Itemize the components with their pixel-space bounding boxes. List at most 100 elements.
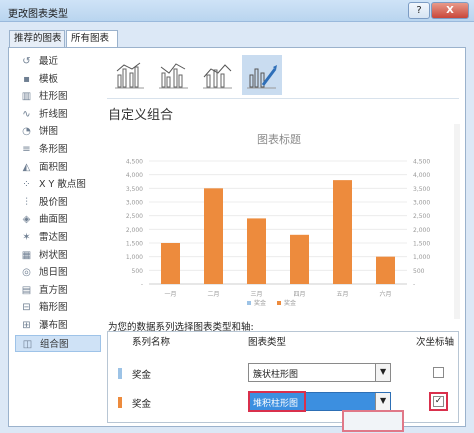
- ok-button-highlight[interactable]: [342, 410, 404, 432]
- y2-tick-label: 3,000: [413, 200, 430, 207]
- y-tick-label: 1,000: [126, 254, 143, 261]
- column-chart-icon: ▥: [21, 91, 32, 103]
- secondary-axis-checkbox-1[interactable]: [433, 367, 444, 378]
- category-item[interactable]: ∿ 折线图: [15, 106, 101, 124]
- category-item[interactable]: ⫶ 股价图: [15, 194, 101, 212]
- box-whisker-icon: ⊟: [22, 302, 31, 314]
- category-item[interactable]: ⁘ X Y 散点图: [15, 176, 101, 194]
- category-item[interactable]: ✶ 雷达图: [15, 229, 101, 247]
- y2-tick-label: 500: [413, 268, 425, 275]
- treemap-icon: ▦: [21, 249, 32, 261]
- tab-all-charts[interactable]: 所有图表: [66, 30, 118, 48]
- category-item[interactable]: ⊟ 箱形图: [15, 299, 101, 317]
- category-item[interactable]: ◎ 旭日图: [15, 264, 101, 282]
- custom-combination-icon: [247, 65, 277, 89]
- tab-recommended-charts[interactable]: 推荐的图表: [9, 30, 65, 47]
- y-tick-label: 1,500: [126, 241, 143, 248]
- category-label: 组合图: [40, 338, 69, 350]
- bar: [333, 180, 352, 284]
- y2-tick-label: 1,000: [413, 254, 430, 261]
- close-button[interactable]: X: [431, 2, 469, 19]
- series-row-1: 奖金 簇状柱形图 ▼: [108, 359, 458, 387]
- sunburst-icon: ◎: [22, 267, 31, 279]
- triangle-down-icon: ▼: [380, 367, 387, 376]
- pie-chart-icon: ◔: [22, 126, 31, 138]
- y2-tick-label: 1,500: [413, 241, 430, 248]
- chart-type-select-1[interactable]: 簇状柱形图 ▼: [248, 363, 391, 382]
- x-tick-label: 五月: [336, 291, 348, 298]
- folder-icon: ▪: [23, 73, 30, 85]
- dropdown-button[interactable]: ▼: [375, 393, 390, 410]
- y2-tick-label: 4,000: [413, 172, 430, 179]
- chart-category-list: ↺ 最近 ▪ 模板 ▥ 柱形图 ∿ 折线图 ◔ 饼图 ≡ 条形图 ◭ 面积图 ⁘ X Y 散点图 ⫶ 股价图 ◈ 曲面…: [15, 53, 101, 353]
- stacked-area-column-icon[interactable]: [198, 55, 238, 95]
- clustered-column-line-secondary-icon[interactable]: [154, 55, 194, 95]
- chart-preview: 图表标题 - - 500 500 1,000 1,000 1,500 1,500 2,000 2,0…: [126, 132, 431, 307]
- category-label: 树状图: [39, 249, 68, 261]
- section-divider: [107, 98, 459, 99]
- clustered-column-line-icon[interactable]: [110, 55, 150, 95]
- window-title: 更改图表类型: [8, 9, 68, 20]
- custom-combination-icon-wrapper[interactable]: [242, 55, 282, 95]
- triangle-down-icon: ▼: [380, 396, 387, 405]
- header-series-name: 系列名称: [132, 337, 171, 348]
- preview-scrollbar[interactable]: [454, 124, 460, 319]
- category-item[interactable]: ▤ 直方图: [15, 282, 101, 300]
- bar: [204, 188, 223, 284]
- series-name: 奖金: [132, 399, 152, 410]
- legend-label: 奖金: [254, 299, 266, 307]
- category-item[interactable]: ◭ 面积图: [15, 159, 101, 177]
- category-item[interactable]: ◈ 曲面图: [15, 211, 101, 229]
- series-row-2: 奖金 堆积柱形图 ▼ ✓: [108, 388, 458, 416]
- dialog-body: 推荐的图表 所有图表 ↺ 最近 ▪ 模板 ▥ 柱形图 ∿ 折线图 ◔ 饼图 ≡ 条形图 ◭ 面积图 ⁘ X Y…: [0, 22, 474, 433]
- legend-swatch: [277, 301, 281, 305]
- dropdown-button[interactable]: ▼: [375, 364, 390, 381]
- highlight-annotation: [429, 392, 448, 411]
- category-item[interactable]: ↺ 最近: [15, 53, 101, 71]
- y2-tick-label: -: [413, 282, 415, 289]
- bar: [247, 218, 266, 284]
- y-tick-label: 2,000: [126, 227, 143, 234]
- y-tick-label: 3,500: [126, 186, 143, 193]
- y-tick-label: 4,500: [126, 159, 143, 166]
- category-label: 面积图: [39, 161, 68, 173]
- help-button[interactable]: ?: [408, 2, 430, 19]
- series-color-swatch: [118, 368, 122, 379]
- histogram-icon: ▤: [21, 284, 32, 296]
- category-item[interactable]: ▥ 柱形图: [15, 88, 101, 106]
- legend-label: 奖金: [284, 299, 296, 307]
- series-name: 奖金: [132, 370, 152, 381]
- waterfall-icon: ⊞: [22, 319, 31, 331]
- x-tick-label: 三月: [250, 291, 262, 298]
- category-label: X Y 散点图: [39, 179, 86, 191]
- x-tick-label: 二月: [207, 291, 219, 298]
- bar: [376, 256, 395, 284]
- y2-tick-label: 4,500: [413, 159, 430, 166]
- scatter-chart-icon: ⁘: [22, 179, 31, 191]
- y-tick-label: 500: [132, 268, 144, 275]
- category-item[interactable]: ⊞ 瀑布图: [15, 317, 101, 335]
- chart-type-value: 簇状柱形图: [253, 370, 299, 380]
- category-label: 最近: [39, 56, 59, 67]
- custom-combination-heading: 自定义组合: [108, 108, 174, 123]
- category-label: 曲面图: [39, 214, 68, 226]
- highlight-annotation: [248, 391, 306, 412]
- category-label: 直方图: [39, 284, 68, 296]
- y-tick-label: 2,500: [126, 213, 143, 220]
- category-label: 股价图: [39, 196, 68, 208]
- y-tick-label: 4,000: [126, 172, 143, 179]
- bar: [161, 243, 180, 284]
- category-label: 模板: [39, 73, 59, 85]
- surface-chart-icon: ◈: [22, 214, 31, 226]
- chart-content-area: 自定义组合 图表标题 - - 500 500 1,000 1,000 1,500 1,500 2,…: [107, 52, 463, 423]
- category-item[interactable]: ≡ 条形图: [15, 141, 101, 159]
- combo-chart-icon: ◫: [22, 338, 33, 350]
- category-item[interactable]: ▦ 树状图: [15, 247, 101, 265]
- y2-tick-label: 2,000: [413, 227, 430, 234]
- category-item[interactable]: ◫ 组合图: [15, 334, 101, 353]
- category-item[interactable]: ◔ 饼图: [15, 123, 101, 141]
- y2-tick-label: 3,500: [413, 186, 430, 193]
- category-item[interactable]: ▪ 模板: [15, 71, 101, 89]
- recent-icon: ↺: [22, 56, 31, 67]
- x-tick-label: 六月: [379, 290, 391, 298]
